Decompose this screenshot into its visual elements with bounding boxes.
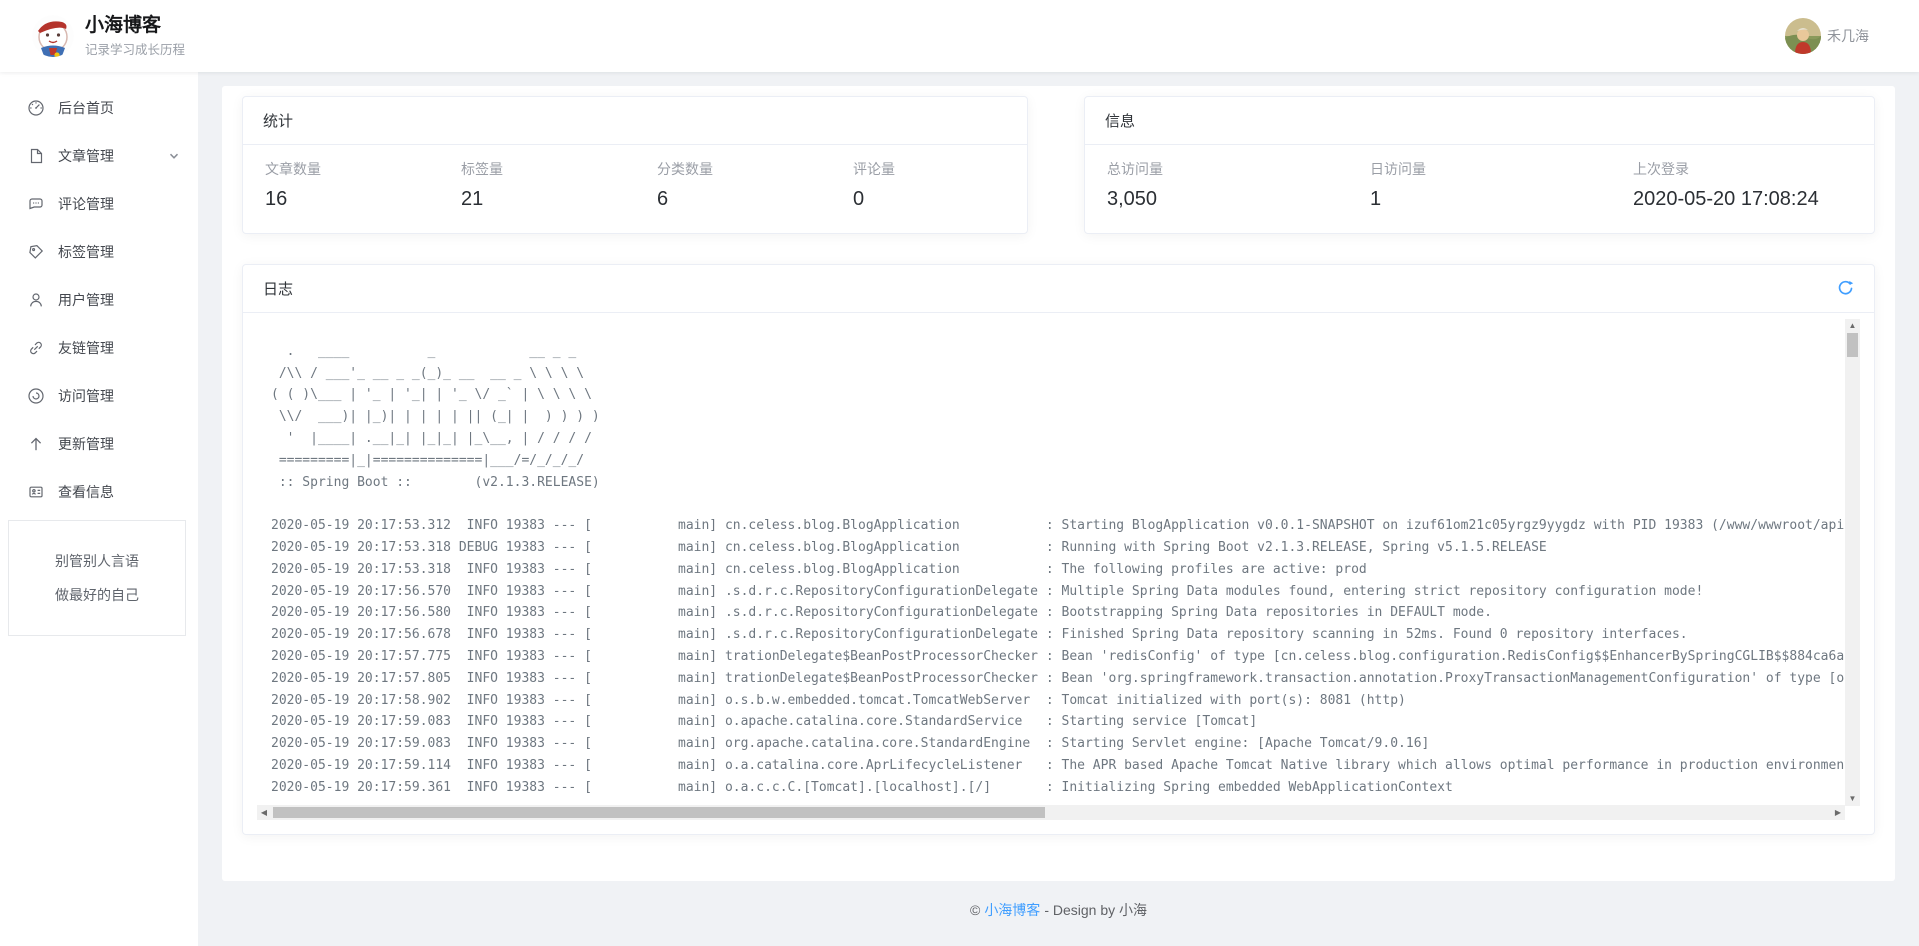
- stat-last-login: 上次登录 2020-05-20 17:08:24: [1611, 159, 1874, 211]
- sidebar-item-articles[interactable]: 文章管理: [0, 132, 198, 180]
- content-panel: 统计 文章数量 16 标签量 21 分类数量 6: [222, 86, 1895, 881]
- scroll-left-arrow[interactable]: ◀: [257, 805, 271, 820]
- scroll-right-arrow[interactable]: ▶: [1831, 805, 1845, 820]
- vertical-scrollbar-thumb[interactable]: [1847, 333, 1858, 357]
- brand: 小海博客 记录学习成长历程: [32, 14, 185, 59]
- horizontal-scrollbar[interactable]: ◀ ▶: [257, 805, 1845, 820]
- sidebar-item-updates[interactable]: 更新管理: [0, 420, 198, 468]
- id-card-icon: [27, 483, 45, 501]
- location-icon: [27, 387, 45, 405]
- stat-value: 16: [265, 188, 439, 211]
- log-card: 日志 . ____ _ __ _ _ /\\ / ___'_ __ _ _(_)…: [242, 264, 1875, 835]
- stat-total-visits: 总访问量 3,050: [1085, 159, 1348, 211]
- stat-label: 总访问量: [1107, 159, 1348, 179]
- stat-label: 分类数量: [657, 159, 831, 179]
- info-card-header: 信息: [1085, 97, 1874, 145]
- sidebar-item-tags[interactable]: 标签管理: [0, 228, 198, 276]
- stat-label: 文章数量: [265, 159, 439, 179]
- sidebar-item-label: 查看信息: [58, 482, 114, 502]
- footer: ©小海博客- Design by 小海: [222, 881, 1895, 939]
- stat-value: 0: [853, 188, 1027, 211]
- motto-box: 别管别人言语 做最好的自己: [8, 520, 186, 636]
- avatar[interactable]: [1785, 18, 1821, 54]
- stat-label: 日访问量: [1370, 159, 1611, 179]
- sidebar: 后台首页 文章管理 评论管理 标签管理: [0, 72, 198, 946]
- sidebar-item-label: 评论管理: [58, 194, 114, 214]
- sidebar-item-links[interactable]: 友链管理: [0, 324, 198, 372]
- dashboard-icon: [27, 99, 45, 117]
- sidebar-item-label: 访问管理: [58, 386, 114, 406]
- copyright-symbol: ©: [970, 902, 980, 918]
- stat-label: 上次登录: [1633, 159, 1874, 179]
- stat-value: 21: [461, 188, 635, 211]
- stat-articles: 文章数量 16: [243, 159, 439, 211]
- stats-card-header: 统计: [243, 97, 1027, 145]
- stat-label: 标签量: [461, 159, 635, 179]
- info-card-title: 信息: [1105, 110, 1135, 131]
- site-subtitle: 记录学习成长历程: [85, 39, 185, 58]
- sidebar-item-label: 更新管理: [58, 434, 114, 454]
- sidebar-item-dashboard[interactable]: 后台首页: [0, 84, 198, 132]
- stat-value: 2020-05-20 17:08:24: [1633, 188, 1874, 211]
- sidebar-item-label: 友链管理: [58, 338, 114, 358]
- stat-value: 3,050: [1107, 188, 1348, 211]
- brand-text: 小海博客 记录学习成长历程: [85, 14, 185, 59]
- footer-site-link[interactable]: 小海博客: [984, 902, 1040, 918]
- site-logo-icon: [32, 15, 74, 57]
- sidebar-item-users[interactable]: 用户管理: [0, 276, 198, 324]
- stat-daily-visits: 日访问量 1: [1348, 159, 1611, 211]
- log-viewport: . ____ _ __ _ _ /\\ / ___'_ __ _ _(_)_ _…: [243, 313, 1874, 834]
- sidebar-item-label: 标签管理: [58, 242, 114, 262]
- stat-value: 6: [657, 188, 831, 211]
- stat-comments: 评论量 0: [831, 159, 1027, 211]
- stat-categories: 分类数量 6: [635, 159, 831, 211]
- chevron-down-icon: [168, 150, 180, 162]
- stats-card-title: 统计: [263, 110, 293, 131]
- tag-icon: [27, 243, 45, 261]
- sidebar-item-label: 后台首页: [58, 98, 114, 118]
- arrow-up-icon: [27, 435, 45, 453]
- refresh-icon[interactable]: [1837, 280, 1854, 297]
- stat-label: 评论量: [853, 159, 1027, 179]
- comment-icon: [27, 195, 45, 213]
- main-content: 统计 文章数量 16 标签量 21 分类数量 6: [198, 72, 1919, 946]
- document-icon: [27, 147, 45, 165]
- footer-credit: - Design by 小海: [1044, 902, 1147, 918]
- log-card-header: 日志: [243, 265, 1874, 313]
- app-header: 小海博客 记录学习成长历程 禾几海: [0, 0, 1919, 72]
- sidebar-item-visits[interactable]: 访问管理: [0, 372, 198, 420]
- log-output: . ____ _ __ _ _ /\\ / ___'_ __ _ _(_)_ _…: [257, 313, 1860, 805]
- sidebar-item-label: 文章管理: [58, 146, 114, 166]
- vertical-scrollbar[interactable]: ▲ ▼: [1845, 319, 1860, 806]
- username[interactable]: 禾几海: [1827, 26, 1869, 46]
- motto-line: 别管别人言语: [55, 551, 139, 571]
- stats-card: 统计 文章数量 16 标签量 21 分类数量 6: [242, 96, 1028, 234]
- site-title: 小海博客: [85, 14, 185, 38]
- sidebar-item-comments[interactable]: 评论管理: [0, 180, 198, 228]
- scroll-up-arrow[interactable]: ▲: [1845, 319, 1860, 333]
- link-icon: [27, 339, 45, 357]
- stat-tags: 标签量 21: [439, 159, 635, 211]
- info-card: 信息 总访问量 3,050 日访问量 1 上次登录 202: [1084, 96, 1875, 234]
- user-menu[interactable]: 禾几海: [1785, 18, 1869, 54]
- sidebar-item-view-info[interactable]: 查看信息: [0, 468, 198, 516]
- motto-line: 做最好的自己: [55, 585, 139, 605]
- stat-value: 1: [1370, 188, 1611, 211]
- horizontal-scrollbar-thumb[interactable]: [273, 807, 1045, 818]
- user-icon: [27, 291, 45, 309]
- scroll-down-arrow[interactable]: ▼: [1845, 792, 1860, 806]
- log-card-title: 日志: [263, 278, 293, 299]
- sidebar-item-label: 用户管理: [58, 290, 114, 310]
